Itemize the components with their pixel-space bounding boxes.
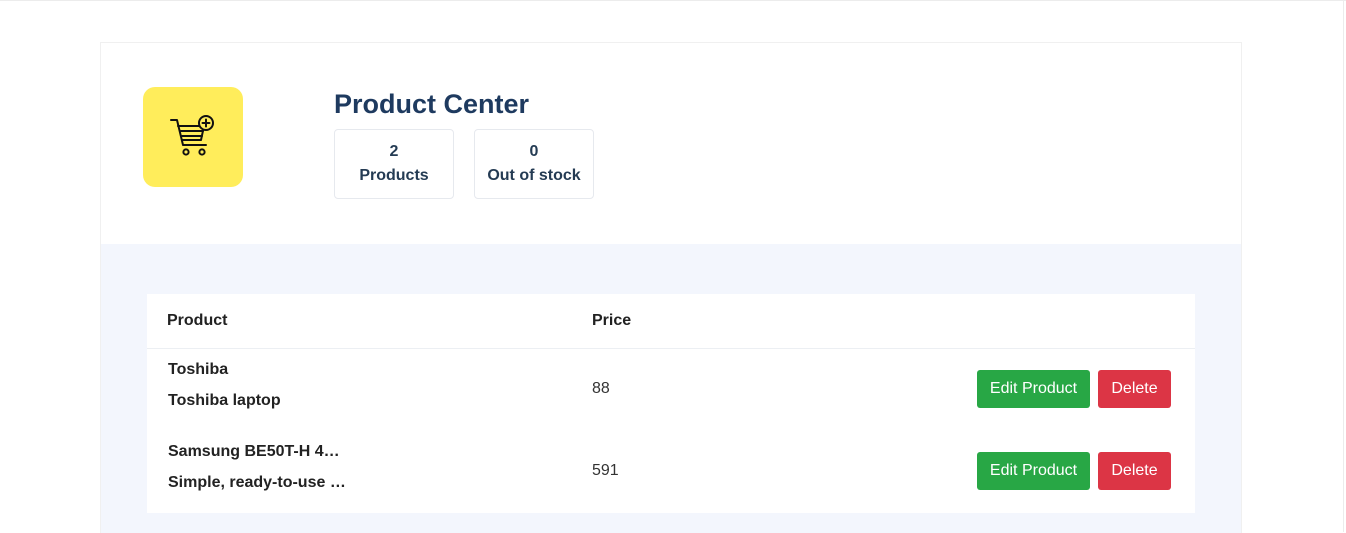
- product-name: Toshiba: [168, 361, 229, 378]
- top-divider: [0, 0, 1346, 1]
- delete-product-button[interactable]: Delete: [1098, 370, 1171, 408]
- stat-out-of-stock: 0 Out of stock: [474, 129, 594, 199]
- product-table: Product Price Toshiba Toshiba laptop 88 …: [147, 294, 1195, 513]
- product-name: Samsung BE50T-H 4…: [168, 443, 340, 460]
- cart-add-icon: [170, 115, 214, 156]
- stat-products-value: 2: [389, 143, 399, 160]
- stat-products: 2 Products: [334, 129, 454, 199]
- table-row: Toshiba Toshiba laptop 88 Edit Product D…: [147, 349, 1195, 431]
- stat-products-label: Products: [359, 167, 429, 184]
- table-row: Samsung BE50T-H 4… Simple, ready-to-use …: [147, 431, 1195, 513]
- stat-out-of-stock-label: Out of stock: [487, 167, 581, 184]
- product-description: Toshiba laptop: [168, 392, 281, 409]
- product-center-card: Product Center 2 Products 0 Out of stock…: [100, 42, 1242, 533]
- right-divider: [1343, 0, 1344, 532]
- content-area: Product Price Toshiba Toshiba laptop 88 …: [101, 244, 1241, 533]
- product-price: 591: [592, 462, 619, 479]
- edit-product-button[interactable]: Edit Product: [977, 452, 1090, 490]
- logo: [143, 87, 243, 187]
- stat-out-of-stock-value: 0: [529, 143, 539, 160]
- column-header-product: Product: [167, 312, 228, 329]
- table-header: Product Price: [147, 294, 1195, 349]
- edit-product-button[interactable]: Edit Product: [977, 370, 1090, 408]
- page-header: Product Center 2 Products 0 Out of stock: [101, 43, 1241, 244]
- column-header-price: Price: [592, 312, 632, 329]
- page-title: Product Center: [334, 89, 530, 119]
- delete-product-button[interactable]: Delete: [1098, 452, 1171, 490]
- product-description: Simple, ready-to-use …: [168, 474, 346, 491]
- product-price: 88: [592, 380, 610, 397]
